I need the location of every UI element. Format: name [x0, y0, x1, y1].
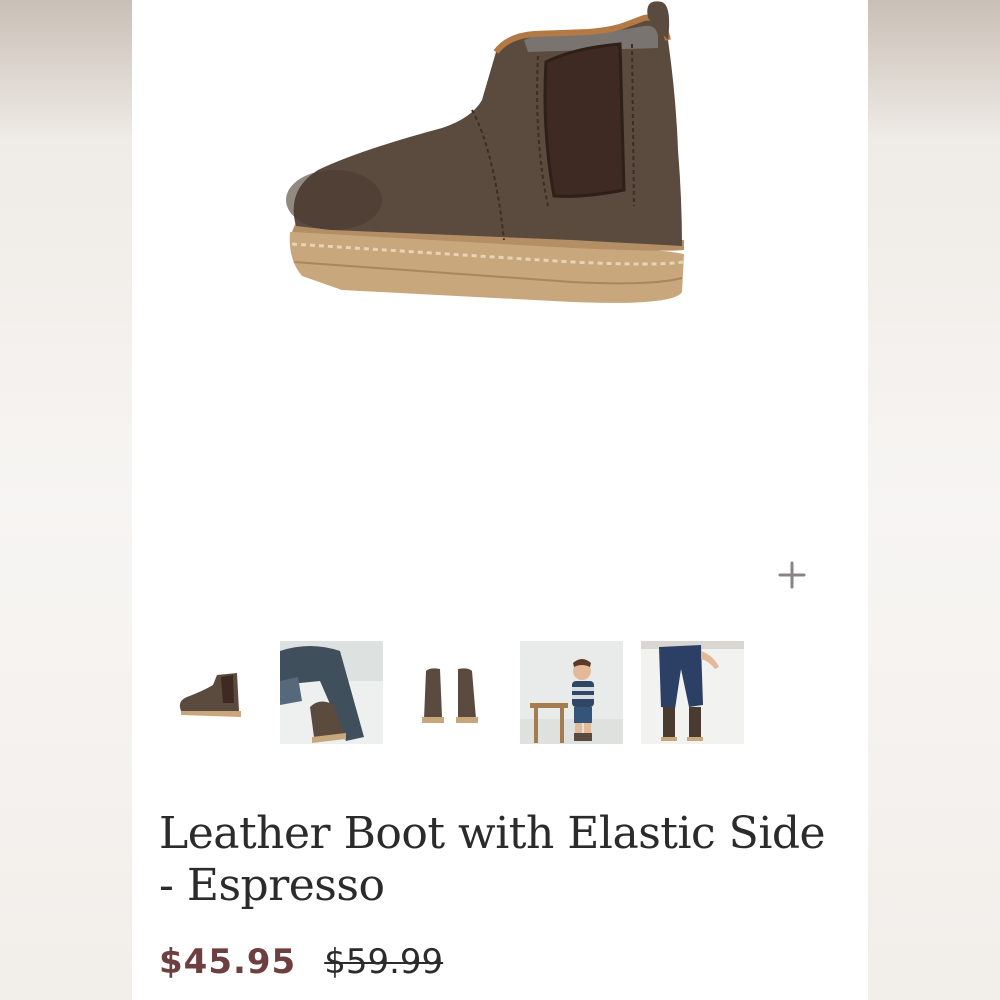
- thumbnail-child-wearing-boots[interactable]: [280, 641, 383, 744]
- product-title: Leather Boot with Elastic Side - Espress…: [159, 808, 826, 911]
- page-backdrop-left: [0, 0, 132, 1000]
- thumbnail-toddler-standing[interactable]: [520, 641, 623, 744]
- thumbnail-boot-pair[interactable]: [400, 641, 503, 744]
- thumbnail-image: [159, 641, 262, 744]
- thumbnail-image: [641, 641, 744, 744]
- product-panel: Leather Boot with Elastic Side - Espress…: [132, 0, 868, 1000]
- thumbnail-boot-side[interactable]: [159, 641, 262, 744]
- thumbnail-image: [280, 641, 383, 744]
- thumbnail-image: [520, 641, 623, 744]
- zoom-button[interactable]: [774, 557, 810, 593]
- sale-price: $45.95: [159, 942, 297, 982]
- thumbnail-child-jeans[interactable]: [641, 641, 744, 744]
- page-backdrop-right: [868, 0, 1000, 1000]
- main-product-image[interactable]: [272, 0, 692, 330]
- plus-icon: [778, 561, 806, 589]
- original-price: $59.99: [324, 942, 444, 982]
- boot-illustration: [286, 1, 684, 303]
- thumbnail-strip: [159, 641, 749, 753]
- price-row: $45.95 $59.99: [159, 940, 443, 984]
- thumbnail-image: [400, 641, 503, 744]
